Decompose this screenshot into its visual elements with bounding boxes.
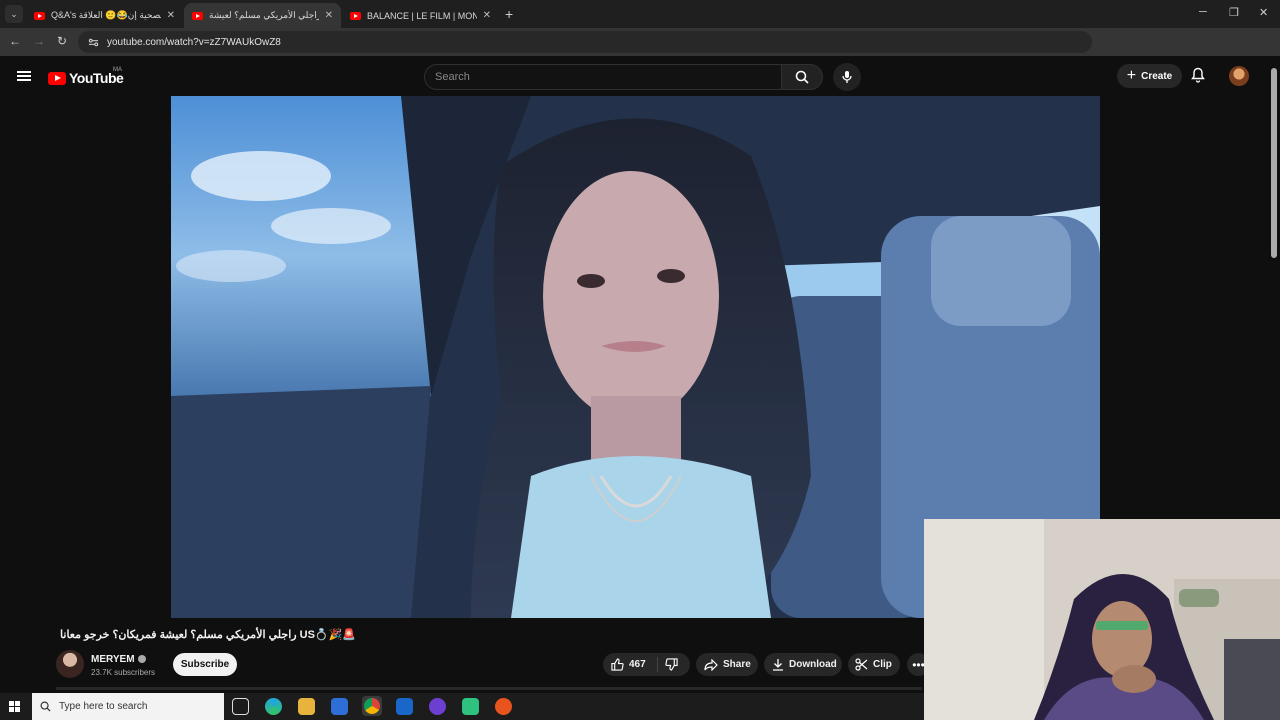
download-icon [773,659,783,671]
tab-search-button[interactable]: ⌄ [5,5,23,23]
scissors-icon [855,658,868,671]
youtube-logo[interactable]: YouTube MA [48,67,124,86]
create-button[interactable]: + Create [1117,64,1182,88]
windows-taskbar: Type here to search [0,693,924,720]
webcam-frame [924,519,1280,720]
tab-title: BALANCE | LE FILM | MON TOU [367,10,477,21]
video-title: 🚨🎉💍US راجلي الأمريكي مسلم؟ لعيشة فمريكان… [60,629,356,641]
reload-button[interactable]: ↻ [57,34,67,48]
new-tab-button[interactable]: + [505,6,513,22]
windows-start-icon[interactable] [9,701,20,712]
download-button[interactable]: Download [764,653,842,676]
microphone-icon [842,71,852,83]
browser-tab-strip: ⌄ Q&A's الصحية إن😂🙂 العلاقة ✕ راجلي الأم… [0,0,1280,28]
youtube-masthead: YouTube MA + Create [0,57,1280,95]
description-edge [56,687,922,690]
search-button[interactable] [781,64,823,90]
browser-tab-2[interactable]: راجلي الأمريكي مسلم؟ لعيشة ✕ [184,3,341,28]
chevron-down-icon: ⌄ [10,8,18,19]
tab-close-icon[interactable]: ✕ [167,10,175,21]
channel-name-text: MERYEM [91,654,135,665]
channel-avatar[interactable] [56,650,84,678]
voice-search-button[interactable] [833,63,861,91]
thumbs-up-icon [611,658,624,671]
search-icon [40,701,51,712]
tab-title: Q&A's الصحية إن😂🙂 العلاقة [51,10,161,20]
youtube-play-icon [48,71,66,85]
site-info-icon[interactable] [88,37,99,48]
notifications-bell-icon[interactable] [1191,67,1205,83]
browser-toolbar: ← → ↻ youtube.com/watch?v=zZ7WAUkOwZ8 [0,28,1280,76]
share-label: Share [723,659,751,670]
share-button[interactable]: Share [696,653,758,676]
tab-title: راجلي الأمريكي مسلم؟ لعيشة [209,10,319,20]
messenger-icon[interactable] [429,698,446,715]
like-dislike-group: 467 [603,653,690,676]
forward-button[interactable]: → [33,34,45,48]
file-explorer-icon[interactable] [298,698,315,715]
browser-tab-1[interactable]: Q&A's الصحية إن😂🙂 العلاقة ✕ [26,3,183,28]
thumbs-down-icon [665,658,678,671]
android-app-icon[interactable] [462,698,479,715]
share-arrow-icon [704,658,718,671]
clip-button[interactable]: Clip [848,653,900,676]
account-avatar[interactable] [1229,66,1249,86]
url-text: youtube.com/watch?v=zZ7WAUkOwZ8 [107,36,281,48]
subscribe-button[interactable]: Subscribe [173,653,237,676]
webcam-overlay [924,519,1280,720]
channel-name[interactable]: MERYEM [91,654,146,665]
chrome-active-highlight[interactable] [362,696,382,716]
clip-label: Clip [873,659,892,670]
like-count: 467 [629,659,646,670]
close-window-button[interactable]: ✕ [1259,6,1268,19]
page-scrollbar[interactable] [1271,68,1277,258]
download-label: Download [789,659,837,670]
minimize-button[interactable]: ─ [1199,6,1207,18]
microsoft-store-icon[interactable] [331,698,348,715]
plus-icon: + [1126,67,1137,84]
restore-button[interactable]: ❐ [1229,6,1239,19]
dislike-button[interactable] [658,658,690,671]
brave-browser-icon[interactable] [495,698,512,715]
chrome-browser-icon [364,698,380,714]
tab-close-icon[interactable]: ✕ [483,10,491,21]
address-bar[interactable]: youtube.com/watch?v=zZ7WAUkOwZ8 [78,31,1092,53]
youtube-favicon-icon [192,11,203,20]
subscriber-count: 23.7K subscribers [91,668,156,677]
like-button[interactable]: 467 [603,657,658,672]
task-view-icon[interactable] [232,698,249,715]
guide-menu-icon[interactable] [17,71,31,81]
youtube-favicon-icon [350,11,361,20]
search-icon [795,70,809,84]
taskbar-search[interactable]: Type here to search [32,693,224,720]
browser-tab-3[interactable]: BALANCE | LE FILM | MON TOU ✕ [342,3,499,28]
country-code: MA [113,67,122,73]
search-input[interactable] [435,71,755,83]
search-box[interactable] [424,64,782,90]
create-label: Create [1141,70,1173,82]
youtube-favicon-icon [34,11,45,20]
tab-close-icon[interactable]: ✕ [325,10,333,21]
back-button[interactable]: ← [9,34,21,48]
edge-browser-icon[interactable] [265,698,282,715]
outlook-icon[interactable] [396,698,413,715]
verified-badge-icon [137,655,146,664]
taskbar-search-placeholder: Type here to search [59,701,148,712]
